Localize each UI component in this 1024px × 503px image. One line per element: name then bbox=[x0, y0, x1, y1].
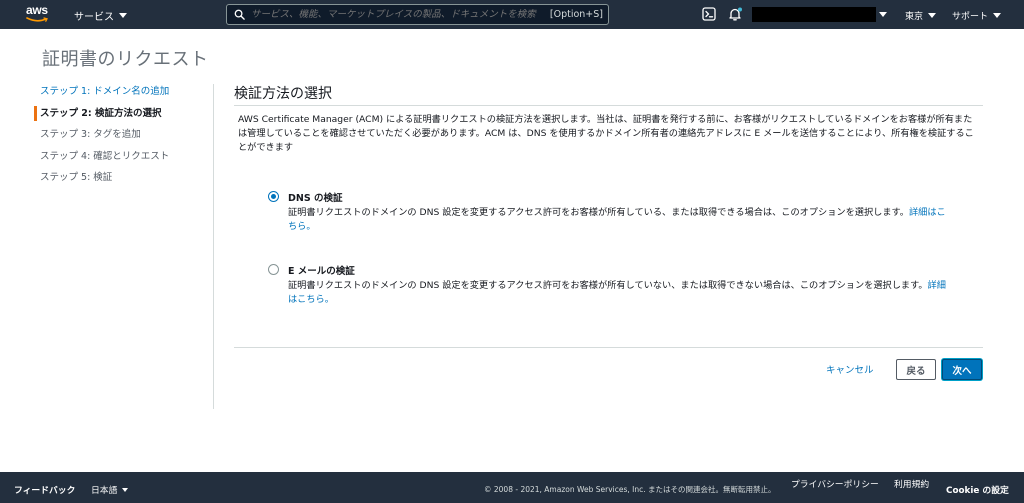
email-validation-title: E メールの検証 bbox=[288, 266, 355, 277]
feedback-label: フィードバック bbox=[14, 486, 76, 496]
section-title-divider bbox=[234, 105, 983, 106]
aws-logo-text: aws bbox=[26, 3, 48, 17]
aws-smile-icon bbox=[26, 17, 48, 22]
privacy-label: プライバシーポリシー bbox=[791, 480, 879, 490]
terms-label: 利用規約 bbox=[894, 480, 930, 490]
caret-down-icon bbox=[122, 487, 129, 492]
caret-down-icon bbox=[928, 13, 937, 18]
actions-divider bbox=[234, 347, 983, 348]
email-validation-radio[interactable] bbox=[268, 264, 279, 275]
dns-validation-radio[interactable] bbox=[268, 191, 279, 202]
feedback-link[interactable]: フィードバック bbox=[14, 483, 75, 496]
cloudshell-icon[interactable] bbox=[702, 7, 716, 21]
dns-validation-title: DNS の検証 bbox=[288, 193, 343, 204]
section-title: 検証方法の選択 bbox=[234, 86, 332, 102]
support-menu[interactable]: サポート bbox=[952, 9, 1002, 22]
back-button[interactable]: 戻る bbox=[896, 359, 936, 380]
cookie-settings-link[interactable]: Cookie の設定 bbox=[946, 483, 1009, 496]
account-menu-redacted[interactable] bbox=[752, 7, 876, 22]
caret-down-icon bbox=[119, 13, 127, 18]
terms-link[interactable]: 利用規約 bbox=[894, 477, 929, 490]
step-3: ステップ 3: タグを追加 bbox=[40, 129, 141, 140]
caret-down-icon bbox=[993, 13, 1002, 18]
notifications-bell-icon[interactable] bbox=[728, 7, 742, 21]
top-nav-bar: aws サービス [Option+S] 東京 サポート bbox=[0, 0, 1024, 29]
step-5: ステップ 5: 検証 bbox=[40, 172, 113, 183]
sidebar-divider bbox=[213, 84, 214, 409]
account-caret-down-icon[interactable] bbox=[879, 12, 887, 17]
cookie-label: Cookie の設定 bbox=[946, 486, 1009, 496]
support-label: サポート bbox=[952, 12, 989, 22]
email-validation-description: 証明書リクエストのドメインの DNS 設定を変更するアクセス許可をお客様が所有し… bbox=[288, 279, 948, 307]
footer-bar: フィードバック 日本語 © 2008 - 2021, Amazon Web Se… bbox=[0, 472, 1024, 503]
page-title: 証明書のリクエスト bbox=[42, 49, 209, 70]
language-selector[interactable]: 日本語 bbox=[91, 483, 129, 496]
privacy-policy-link[interactable]: プライバシーポリシー bbox=[791, 477, 879, 490]
language-label: 日本語 bbox=[91, 486, 118, 496]
email-validation-desc-text: 証明書リクエストのドメインの DNS 設定を変更するアクセス許可をお客様が所有し… bbox=[288, 280, 928, 291]
services-label: サービス bbox=[74, 12, 114, 23]
search-shortcut-hint: [Option+S] bbox=[549, 9, 603, 20]
services-menu[interactable]: サービス bbox=[74, 8, 127, 23]
region-label: 東京 bbox=[905, 12, 924, 22]
section-description: AWS Certificate Manager (ACM) による証明書リクエス… bbox=[238, 114, 974, 153]
dns-validation-desc-text: 証明書リクエストのドメインの DNS 設定を変更するアクセス許可をお客様が所有し… bbox=[288, 207, 909, 218]
copyright-text: © 2008 - 2021, Amazon Web Services, Inc.… bbox=[484, 485, 776, 494]
search-input[interactable] bbox=[251, 9, 550, 20]
region-selector[interactable]: 東京 bbox=[905, 9, 937, 22]
dns-validation-description: 証明書リクエストのドメインの DNS 設定を変更するアクセス許可をお客様が所有し… bbox=[288, 206, 948, 234]
cancel-button[interactable]: キャンセル bbox=[826, 362, 874, 376]
step-2-current: ステップ 2: 検証方法の選択 bbox=[34, 105, 214, 128]
aws-logo[interactable]: aws bbox=[26, 4, 52, 26]
search-icon bbox=[234, 9, 245, 20]
search-box[interactable]: [Option+S] bbox=[226, 4, 609, 25]
step-4: ステップ 4: 確認とリクエスト bbox=[40, 150, 170, 162]
step-1-link[interactable]: ステップ 1: ドメイン名の追加 bbox=[34, 84, 214, 106]
next-button[interactable]: 次へ bbox=[942, 359, 982, 380]
wizard-steps: ステップ 1: ドメイン名の追加 ステップ 2: 検証方法の選択 ステップ 3:… bbox=[34, 84, 214, 192]
